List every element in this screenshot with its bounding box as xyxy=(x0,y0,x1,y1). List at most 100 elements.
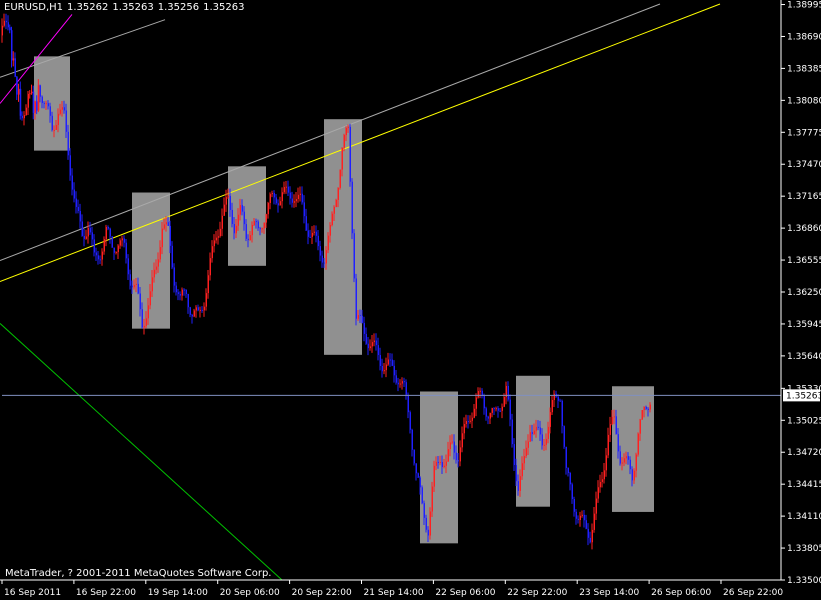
candle-body-277 xyxy=(551,399,553,413)
candle-body-151 xyxy=(299,193,301,195)
candle-body-197 xyxy=(391,359,393,366)
price-tick-label-1: 1.38690 xyxy=(787,32,821,42)
price-tick-label-0: 1.38995 xyxy=(787,1,821,11)
high-value: 1.35263 xyxy=(112,2,154,13)
candle-body-147 xyxy=(291,198,293,203)
candle-body-10 xyxy=(19,88,22,116)
candle-body-281 xyxy=(559,400,561,402)
candle-body-121 xyxy=(239,205,241,215)
time-tick-label-1: 16 Sep 22:00 xyxy=(76,588,136,598)
candle-body-82 xyxy=(161,228,163,248)
candle-body-160 xyxy=(317,235,319,247)
candle-body-45 xyxy=(87,227,89,237)
candle-body-79 xyxy=(155,266,157,270)
candle-body-69 xyxy=(135,283,137,285)
candle-body-26 xyxy=(49,106,51,116)
candle-body-145 xyxy=(287,186,289,193)
candle-body-262 xyxy=(521,463,523,477)
candle-body-301 xyxy=(599,481,601,488)
candle-body-60 xyxy=(117,245,119,253)
candle-body-1 xyxy=(3,20,5,26)
candle-body-9 xyxy=(18,88,20,95)
candle-body-138 xyxy=(273,192,275,198)
candle-body-155 xyxy=(307,230,309,237)
time-tick-label-6: 22 Sep 06:00 xyxy=(435,588,495,598)
candle-body-257 xyxy=(511,419,513,445)
price-chart[interactable]: 1.38995 1.38690 1.38385 1.38080 1.37775 1.374… xyxy=(0,0,821,600)
candle-body-50 xyxy=(97,255,99,260)
candle-body-295 xyxy=(587,528,589,538)
candle-body-178 xyxy=(353,233,355,279)
candle-body-88 xyxy=(173,267,175,286)
candle-body-274 xyxy=(545,438,547,445)
trendline-2[interactable] xyxy=(0,19,166,78)
candle-body-258 xyxy=(513,444,515,466)
range-box-1 xyxy=(132,192,170,329)
candle-body-192 xyxy=(381,366,383,372)
candle-body-32 xyxy=(61,107,63,110)
candle-body-126 xyxy=(249,235,251,241)
candle-body-184 xyxy=(365,333,367,344)
candle-body-157 xyxy=(311,232,313,237)
candle-body-71 xyxy=(139,293,141,310)
candle-body-317 xyxy=(631,469,633,481)
candle-body-110 xyxy=(217,236,219,238)
candle-body-168 xyxy=(333,206,335,214)
candle-body-105 xyxy=(207,275,209,294)
candle-body-219 xyxy=(435,461,437,466)
candle-body-72 xyxy=(141,309,143,328)
candle-body-289 xyxy=(575,511,577,519)
candle-body-95 xyxy=(187,294,189,308)
candle-body-98 xyxy=(193,310,195,317)
price-tick-label-16: 1.34110 xyxy=(787,512,821,522)
candle-body-195 xyxy=(387,359,389,365)
candle-body-54 xyxy=(105,227,107,240)
candle-body-263 xyxy=(523,456,525,464)
candle-body-64 xyxy=(125,242,127,259)
candle-body-112 xyxy=(221,215,223,229)
candle-body-36 xyxy=(69,155,71,176)
candle-body-38 xyxy=(73,189,75,199)
candle-body-140 xyxy=(277,203,279,206)
candle-body-225 xyxy=(447,449,449,462)
candle-body-265 xyxy=(527,441,529,448)
candle-body-245 xyxy=(487,416,489,419)
candle-body-120 xyxy=(237,214,239,226)
candle-body-124 xyxy=(245,224,247,239)
price-tick-label-8: 1.36555 xyxy=(787,256,821,266)
chart-window[interactable]: 1.38995 1.38690 1.38385 1.38080 1.37775 1.374… xyxy=(0,0,821,600)
candle-body-6 xyxy=(12,58,15,61)
time-tick-label-4: 20 Sep 22:00 xyxy=(292,588,352,598)
candle-body-298 xyxy=(593,513,595,530)
price-tick-label-14: 1.34720 xyxy=(787,448,821,458)
candle-body-134 xyxy=(265,214,267,223)
candle-body-66 xyxy=(129,274,131,286)
candle-body-221 xyxy=(439,462,441,464)
candle-body-238 xyxy=(473,408,475,418)
candle-body-83 xyxy=(163,224,165,229)
candle-body-224 xyxy=(445,461,447,466)
candle-body-59 xyxy=(115,252,117,254)
candle-body-167 xyxy=(331,213,333,225)
candle-body-136 xyxy=(269,194,271,203)
candle-body-203 xyxy=(403,381,405,383)
candle-body-102 xyxy=(201,309,203,311)
candle-body-132 xyxy=(261,228,263,230)
candle-body-25 xyxy=(47,103,49,107)
candle-body-46 xyxy=(89,227,91,233)
candle-body-310 xyxy=(617,434,619,452)
candle-body-118 xyxy=(233,224,235,234)
candle-body-246 xyxy=(489,412,491,419)
candle-body-202 xyxy=(401,381,403,384)
candle-body-223 xyxy=(443,465,445,467)
candle-body-307 xyxy=(611,416,613,424)
candle-body-306 xyxy=(609,423,611,435)
candle-body-14 xyxy=(27,93,29,108)
trendline-4[interactable] xyxy=(0,323,283,581)
candle-body-123 xyxy=(243,211,245,225)
candle-body-74 xyxy=(145,318,147,326)
candle-body-232 xyxy=(461,433,463,448)
candle-body-276 xyxy=(549,412,551,427)
candle-body-127 xyxy=(251,224,253,236)
candle-body-144 xyxy=(285,186,287,188)
